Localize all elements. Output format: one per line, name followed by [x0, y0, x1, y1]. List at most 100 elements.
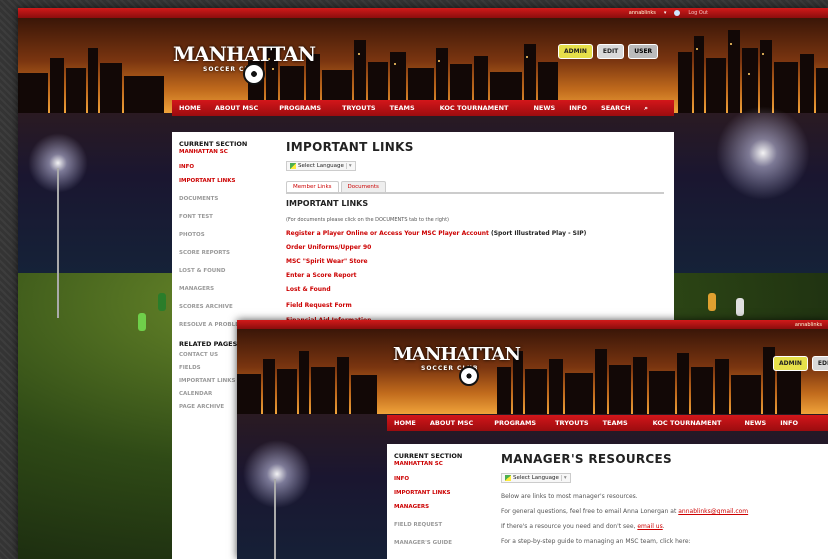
nav-home[interactable]: HOME	[172, 104, 208, 112]
topbar-username[interactable]: annablinks	[795, 322, 822, 328]
logo-wordmark: MANHATTAN	[173, 42, 316, 66]
nav-about[interactable]: ABOUT MSC	[208, 104, 265, 112]
sidebar-item-font-test[interactable]: FONT TEST	[179, 214, 279, 220]
nav-programs[interactable]: PROGRAMS	[265, 104, 328, 112]
tab-documents[interactable]: Documents	[340, 181, 386, 192]
nav-news[interactable]: NEWS	[515, 104, 562, 112]
sidebar-item-managers[interactable]: MANAGERS	[179, 286, 279, 292]
tab-member-links[interactable]: Member Links	[286, 181, 339, 192]
topbar-username[interactable]: annablinks	[629, 10, 656, 16]
light-pole	[57, 168, 59, 318]
player-figure	[138, 313, 146, 331]
contact-text: For general questions, feel free to emai…	[501, 508, 818, 515]
admin-badges: ADMIN EDIT	[773, 356, 828, 371]
nav-teams[interactable]: TEAMS	[383, 104, 422, 112]
admin-topbar: annablinks ▾ Log Out	[18, 8, 828, 18]
request-text-lead: If there's a resource you need and don't…	[501, 523, 638, 530]
sidebar-item-score-reports[interactable]: SCORE REPORTS	[179, 250, 279, 256]
sidebar-item-important-links[interactable]: IMPORTANT LINKS	[394, 490, 494, 496]
site-logo[interactable]: MANHATTAN SOCCER CLUB	[393, 344, 521, 372]
globe-icon[interactable]	[674, 10, 681, 16]
sidebar-current-section: CURRENT SECTION	[394, 452, 463, 460]
main-content: MANAGER'S RESOURCES Select Language ▾ Be…	[501, 452, 818, 545]
link-text: Register a Player Online or Access Your …	[286, 230, 489, 237]
logo-wordmark: MANHATTAN	[393, 344, 521, 365]
city-skyline	[18, 30, 828, 113]
link-spirit-wear[interactable]: MSC "Spirit Wear" Store	[286, 258, 664, 265]
nav-search[interactable]: SEARCH	[594, 104, 637, 112]
translate-icon	[290, 163, 296, 169]
stadium-light	[237, 434, 317, 514]
nav-teams[interactable]: TEAMS	[596, 419, 635, 427]
admin-topbar: annablinks	[237, 320, 828, 329]
email-us-link[interactable]: email us	[637, 523, 662, 530]
language-select[interactable]: Select Language ▾	[286, 161, 356, 171]
player-figure	[708, 293, 716, 311]
sidebar-item-info[interactable]: INFO	[394, 476, 494, 482]
player-figure	[736, 298, 744, 316]
request-text: If there's a resource you need and don't…	[501, 523, 818, 530]
language-select[interactable]: Select Language ▾	[501, 473, 571, 483]
nav-koc-tournament[interactable]: KOC TOURNAMENT	[422, 104, 516, 112]
search-icon[interactable]: ⌕	[637, 104, 655, 113]
sidebar-item-managers[interactable]: MANAGERS	[394, 504, 494, 510]
sidebar-section-name[interactable]: MANHATTAN SC	[394, 461, 494, 467]
link-register-player[interactable]: Register a Player Online or Access Your …	[286, 230, 664, 237]
sidebar-item-managers-guide[interactable]: MANAGER'S GUIDE	[394, 540, 494, 546]
section-title: IMPORTANT LINKS	[286, 199, 369, 208]
link-order-uniforms[interactable]: Order Uniforms/Upper 90	[286, 244, 664, 251]
nav-tryouts[interactable]: TRYOUTS	[328, 104, 382, 112]
sidebar-item-lost-found[interactable]: LOST & FOUND	[179, 268, 279, 274]
chevron-down-icon: ▾	[560, 475, 567, 481]
screenshot-managers-resources: annablinks MANHATTAN SOCCER CLUB ADMIN E…	[237, 320, 828, 559]
nav-info[interactable]: INFO	[562, 104, 594, 112]
edit-mode-badge[interactable]: EDIT	[811, 356, 828, 371]
nav-tryouts[interactable]: TRYOUTS	[543, 419, 595, 427]
sidebar-item-photos[interactable]: PHOTOS	[179, 232, 279, 238]
sidebar-item-info[interactable]: INFO	[179, 164, 279, 170]
admin-badge[interactable]: ADMIN	[558, 44, 593, 59]
page-title: MANAGER'S RESOURCES	[501, 452, 672, 466]
nav-home[interactable]: HOME	[387, 419, 423, 427]
contact-email-link[interactable]: annablinks@gmail.com	[678, 508, 748, 515]
sidebar: CURRENT SECTION MANHATTAN SC INFO IMPORT…	[394, 452, 494, 558]
nav-programs[interactable]: PROGRAMS	[480, 419, 543, 427]
nav-info[interactable]: INFO	[773, 419, 805, 427]
sidebar-item-field-request[interactable]: FIELD REQUEST	[394, 522, 494, 528]
sidebar-item-documents[interactable]: DOCUMENTS	[179, 196, 279, 202]
tab-bar: Member Links Documents	[286, 181, 664, 194]
edit-mode-badge[interactable]: EDIT	[596, 44, 625, 59]
contact-text-lead: For general questions, feel free to emai…	[501, 508, 679, 515]
request-text-end: .	[662, 523, 665, 530]
sidebar-section-name[interactable]: MANHATTAN SC	[179, 149, 279, 155]
logout-link[interactable]: Log Out	[688, 10, 708, 16]
nav-news[interactable]: NEWS	[728, 419, 773, 427]
chevron-down-icon[interactable]: ▾	[664, 10, 667, 16]
language-select-label: Select Language	[513, 475, 559, 481]
city-skyline	[237, 347, 801, 414]
link-suffix: (Sport Illustrated Play - SIP)	[488, 230, 587, 237]
user-mode-badge[interactable]: USER	[628, 44, 659, 59]
player-figure	[158, 293, 166, 311]
link-field-request[interactable]: Field Request Form	[286, 302, 664, 309]
link-score-report[interactable]: Enter a Score Report	[286, 272, 664, 279]
content-panel: CURRENT SECTION MANHATTAN SC INFO IMPORT…	[387, 444, 828, 559]
stadium-light	[708, 98, 818, 208]
sidebar-item-scores-archive[interactable]: SCORES ARCHIVE	[179, 304, 279, 310]
page-title: IMPORTANT LINKS	[286, 140, 414, 154]
guide-text: For a step-by-step guide to managing an …	[501, 538, 691, 545]
link-lost-found[interactable]: Lost & Found	[286, 286, 664, 293]
admin-badge[interactable]: ADMIN	[773, 356, 808, 371]
main-content: IMPORTANT LINKS Select Language ▾ Member…	[286, 140, 664, 324]
documents-note: (For documents please click on the DOCUM…	[286, 217, 449, 223]
main-nav: HOME ABOUT MSC PROGRAMS TRYOUTS TEAMS KO…	[172, 100, 674, 116]
sidebar-item-important-links[interactable]: IMPORTANT LINKS	[179, 178, 279, 184]
light-pole	[274, 479, 276, 559]
language-select-label: Select Language	[298, 163, 344, 169]
admin-badges: ADMIN EDIT USER	[558, 44, 659, 59]
nav-about[interactable]: ABOUT MSC	[423, 419, 480, 427]
nav-koc-tournament[interactable]: KOC TOURNAMENT	[635, 419, 729, 427]
sidebar-current-section: CURRENT SECTION	[179, 140, 248, 148]
translate-icon	[505, 475, 511, 481]
main-nav: HOME ABOUT MSC PROGRAMS TRYOUTS TEAMS KO…	[387, 415, 828, 431]
